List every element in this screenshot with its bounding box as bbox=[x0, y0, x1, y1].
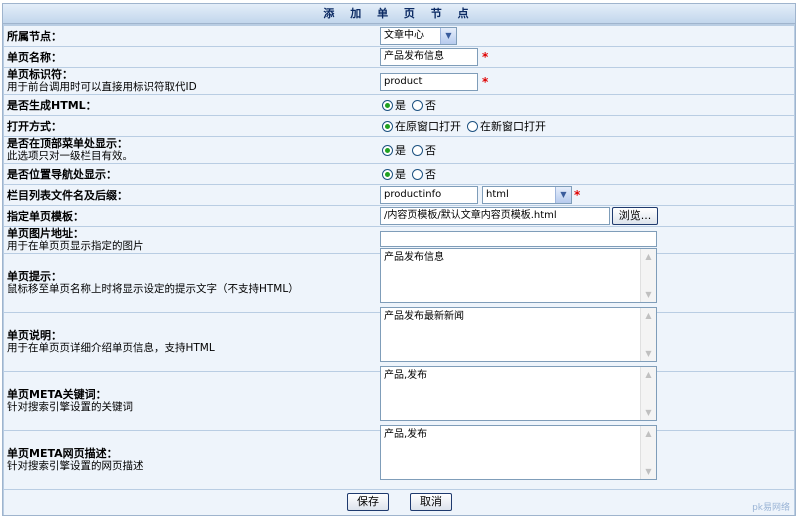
required-mark: * bbox=[482, 75, 489, 89]
row-template: 指定单页模板： /内容页模板/默认文章内容页模板.html 浏览... bbox=[4, 206, 794, 226]
desc-label: 单页说明： bbox=[7, 329, 62, 342]
scroll-down-icon[interactable]: ▼ bbox=[641, 464, 656, 479]
scroll-up-icon[interactable]: ▲ bbox=[641, 249, 656, 264]
row-ident: 单页标识符： 用于前台调用时可以直接用标识符取代ID product * bbox=[4, 68, 794, 94]
meta-desc-label: 单页META网页描述： bbox=[7, 447, 118, 460]
desc-hint: 用于在单页页详细介绍单页信息，支持HTML bbox=[7, 342, 215, 354]
scroll-down-icon[interactable]: ▼ bbox=[641, 405, 656, 420]
open-same-radio[interactable] bbox=[382, 120, 393, 132]
panel-title: 添 加 单 页 节 点 bbox=[3, 4, 795, 24]
parent-select-value: 文章中心 bbox=[384, 30, 424, 41]
template-label: 指定单页模板： bbox=[7, 209, 84, 223]
row-meta-kw: 单页META关键词： 针对搜索引擎设置的关键词 产品,发布 ▲ ▼ bbox=[4, 366, 794, 430]
top-menu-no-label: 否 bbox=[425, 144, 436, 157]
ident-hint: 用于前台调用时可以直接用标识符取代ID bbox=[7, 81, 197, 93]
row-meta-desc: 单页META网页描述： 针对搜索引擎设置的网页描述 产品,发布 ▲ ▼ bbox=[4, 425, 794, 489]
gen-html-label: 是否生成HTML： bbox=[7, 98, 97, 112]
name-input[interactable]: 产品发布信息 bbox=[380, 48, 478, 66]
name-label: 单页名称： bbox=[7, 50, 62, 64]
form-footer: 保存 取消 pk易网络 bbox=[4, 490, 794, 515]
scrollbar[interactable]: ▲ ▼ bbox=[640, 426, 656, 479]
gen-html-yes-label: 是 bbox=[395, 99, 406, 112]
list-file-input[interactable]: productinfo bbox=[380, 186, 478, 204]
open-same-label: 在原窗口打开 bbox=[395, 120, 461, 133]
meta-kw-hint: 针对搜索引擎设置的关键词 bbox=[7, 401, 133, 413]
list-file-ext-select[interactable]: html ▼ bbox=[482, 186, 572, 204]
top-menu-yes-radio[interactable] bbox=[382, 144, 393, 156]
top-menu-label: 是否在顶部菜单处显示： bbox=[7, 137, 128, 150]
loc-nav-yes-label: 是 bbox=[395, 168, 406, 181]
save-button[interactable]: 保存 bbox=[347, 493, 389, 511]
row-list-file: 栏目列表文件名及后缀： productinfo html ▼ * bbox=[4, 185, 794, 205]
row-tips: 单页提示： 鼠标移至单页名称上时将显示设定的提示文字（不支持HTML） 产品发布… bbox=[4, 248, 794, 312]
ident-input[interactable]: product bbox=[380, 73, 478, 91]
chevron-down-icon: ▼ bbox=[440, 28, 456, 44]
scrollbar[interactable]: ▲ ▼ bbox=[640, 308, 656, 361]
open-new-label: 在新窗口打开 bbox=[480, 120, 546, 133]
gen-html-yes-radio[interactable] bbox=[382, 99, 393, 111]
ident-label: 单页标识符： bbox=[7, 68, 73, 81]
scrollbar[interactable]: ▲ ▼ bbox=[640, 249, 656, 302]
row-gen-html: 是否生成HTML： 是 否 bbox=[4, 95, 794, 115]
top-menu-hint: 此选项只对一级栏目有效。 bbox=[7, 150, 133, 162]
scroll-up-icon[interactable]: ▲ bbox=[641, 308, 656, 323]
row-name: 单页名称： 产品发布信息 * bbox=[4, 47, 794, 67]
required-mark: * bbox=[574, 188, 581, 202]
loc-nav-yes-radio[interactable] bbox=[382, 168, 393, 180]
meta-desc-hint: 针对搜索引擎设置的网页描述 bbox=[7, 460, 144, 472]
form-panel: 添 加 单 页 节 点 所属节点： 文章中心 ▼ 单页名称： 产品发布信息 * … bbox=[2, 3, 796, 516]
chevron-down-icon: ▼ bbox=[555, 187, 571, 203]
required-mark: * bbox=[482, 50, 489, 64]
cancel-button[interactable]: 取消 bbox=[410, 493, 452, 511]
image-label: 单页图片地址： bbox=[7, 227, 84, 240]
row-loc-nav: 是否位置导航处显示： 是 否 bbox=[4, 164, 794, 184]
loc-nav-label: 是否位置导航处显示： bbox=[7, 167, 117, 181]
list-file-label: 栏目列表文件名及后缀： bbox=[7, 188, 128, 202]
row-top-menu: 是否在顶部菜单处显示： 此选项只对一级栏目有效。 是 否 bbox=[4, 137, 794, 163]
desc-textarea[interactable]: 产品发布最新新闻 ▲ ▼ bbox=[380, 307, 657, 362]
open-new-radio[interactable] bbox=[467, 120, 478, 132]
template-input[interactable]: /内容页模板/默认文章内容页模板.html bbox=[380, 207, 610, 225]
tips-text: 产品发布信息 bbox=[384, 252, 444, 263]
tips-label: 单页提示： bbox=[7, 270, 62, 283]
image-hint: 用于在单页页显示指定的图片 bbox=[7, 240, 144, 252]
scroll-up-icon[interactable]: ▲ bbox=[641, 367, 656, 382]
browse-button[interactable]: 浏览... bbox=[612, 207, 658, 225]
meta-desc-text: 产品,发布 bbox=[384, 429, 428, 440]
scrollbar[interactable]: ▲ ▼ bbox=[640, 367, 656, 420]
row-open-mode: 打开方式： 在原窗口打开 在新窗口打开 bbox=[4, 116, 794, 136]
top-menu-no-radio[interactable] bbox=[412, 144, 423, 156]
meta-desc-textarea[interactable]: 产品,发布 ▲ ▼ bbox=[380, 425, 657, 480]
top-menu-yes-label: 是 bbox=[395, 144, 406, 157]
parent-select[interactable]: 文章中心 ▼ bbox=[380, 27, 457, 45]
open-mode-label: 打开方式： bbox=[7, 119, 62, 133]
row-desc: 单页说明： 用于在单页页详细介绍单页信息，支持HTML 产品发布最新新闻 ▲ ▼ bbox=[4, 307, 794, 371]
meta-kw-label: 单页META关键词： bbox=[7, 388, 107, 401]
gen-html-no-label: 否 bbox=[425, 99, 436, 112]
gen-html-no-radio[interactable] bbox=[412, 99, 423, 111]
watermark: pk易网络 bbox=[752, 503, 790, 513]
scroll-up-icon[interactable]: ▲ bbox=[641, 426, 656, 441]
meta-kw-text: 产品,发布 bbox=[384, 370, 428, 381]
parent-label: 所属节点： bbox=[7, 29, 62, 43]
list-file-ext-value: html bbox=[486, 189, 509, 200]
scroll-down-icon[interactable]: ▼ bbox=[641, 346, 656, 361]
tips-textarea[interactable]: 产品发布信息 ▲ ▼ bbox=[380, 248, 657, 303]
tips-hint: 鼠标移至单页名称上时将显示设定的提示文字（不支持HTML） bbox=[7, 283, 299, 295]
loc-nav-no-label: 否 bbox=[425, 168, 436, 181]
meta-kw-textarea[interactable]: 产品,发布 ▲ ▼ bbox=[380, 366, 657, 421]
image-input[interactable] bbox=[380, 231, 657, 247]
scroll-down-icon[interactable]: ▼ bbox=[641, 287, 656, 302]
row-parent: 所属节点： 文章中心 ▼ bbox=[4, 26, 794, 46]
desc-text: 产品发布最新新闻 bbox=[384, 311, 464, 322]
loc-nav-no-radio[interactable] bbox=[412, 168, 423, 180]
